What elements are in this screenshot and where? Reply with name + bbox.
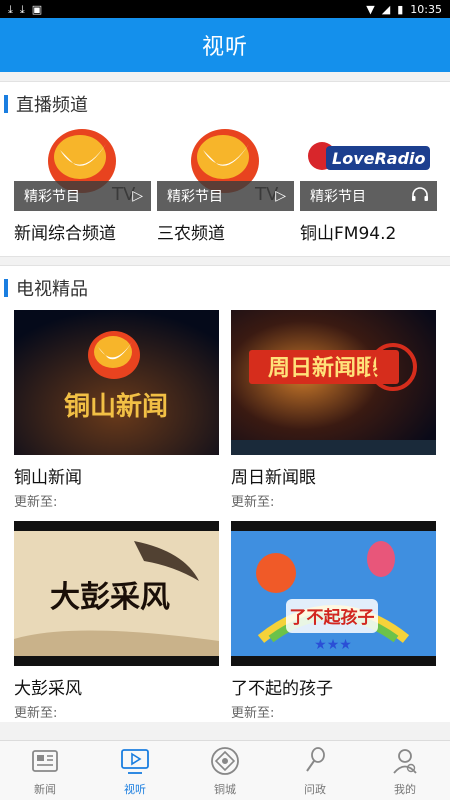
thumbnail-caption: 大彭采风 (50, 580, 170, 615)
nav-label: 我的 (394, 783, 416, 796)
nav-label: 视听 (124, 783, 146, 796)
overlay-label: 精彩节目 (167, 189, 223, 205)
thumbnail-caption: 铜山新闻 (64, 391, 168, 422)
program-overlay: 精彩节目 (300, 181, 437, 211)
nav-item-politics[interactable]: 问政 (270, 741, 360, 800)
program-grid: 铜山新闻 铜山新闻 更新至: 周日新闻眼 周日新闻眼 更新至: 大彭采风 大彭采… (0, 310, 450, 722)
program-name: 了不起的孩子 (231, 679, 333, 699)
program-thumbnail: 铜山新闻 (14, 310, 219, 455)
program-overlay: 精彩节目 ▷ (14, 181, 151, 211)
nav-item-profile[interactable]: 我的 (360, 741, 450, 800)
program-name: 铜山新闻 (14, 468, 82, 488)
svg-text:LoveRadio: LoveRadio (332, 149, 426, 168)
tv-section: 电视精品 铜山新闻 铜山新闻 更新至: 周日新闻眼 周日新闻眼 更新至: 大彭采… (0, 266, 450, 722)
microphone-icon (306, 747, 325, 772)
section-header: 直播频道 (0, 82, 450, 126)
section-title: 电视精品 (16, 279, 88, 300)
battery-icon: ▮ (397, 2, 404, 16)
section-title: 直播频道 (16, 95, 88, 116)
nav-item-news[interactable]: 新闻 (0, 741, 90, 800)
program-update: 更新至: (231, 706, 275, 721)
play-icon[interactable]: ▷ (275, 188, 286, 204)
thumbnail-caption: 了不起孩子 (290, 607, 375, 628)
live-channel-card[interactable]: TV 精彩节目 ▷ 新闻综合频道 (14, 126, 151, 256)
channel-name: 三农频道 (157, 224, 225, 244)
main-content: 直播频道 TV 精彩节目 ▷ (0, 72, 450, 740)
wifi-icon: ▼ (366, 2, 375, 16)
program-name: 周日新闻眼 (231, 468, 316, 488)
divider (0, 72, 450, 82)
download-icon: ⤓ (19, 2, 25, 16)
svg-text:★★★: ★★★ (314, 637, 352, 653)
program-overlay: 精彩节目 ▷ (157, 181, 294, 211)
user-icon (393, 749, 417, 774)
bottom-nav: 新闻 视听 铜城 问政 我的 (0, 740, 450, 800)
thumbnail-caption: 周日新闻眼 (268, 355, 378, 381)
city-icon (211, 747, 239, 775)
status-bar: ⤓ ⤓ ▣ ▼ ◢ ▮ 10:35 (0, 0, 450, 18)
section-marker (4, 95, 8, 113)
section-marker (4, 279, 8, 297)
title-bar: 视听 (0, 18, 450, 72)
status-time: 10:35 (410, 2, 442, 16)
channel-logo: TV 精彩节目 ▷ (14, 126, 151, 211)
nav-item-media[interactable]: 视听 (90, 741, 180, 800)
program-update: 更新至: (231, 495, 275, 510)
program-name: 大彭采风 (14, 679, 82, 699)
nav-label: 新闻 (34, 783, 56, 796)
signal-icon: ◢ (381, 2, 391, 16)
live-channel-card[interactable]: TV 精彩节目 ▷ 三农频道 (157, 126, 294, 256)
app-root: ⤓ ⤓ ▣ ▼ ◢ ▮ 10:35 视听 直播频道 精彩节目 ▷ 新闻综合频道 … (0, 0, 450, 800)
program-card[interactable]: 了不起孩子 ★★★ 了不起的孩子 更新至: (231, 521, 436, 722)
nav-item-city[interactable]: 铜城 (180, 741, 270, 800)
channel-name: 铜山FM94.2 (300, 224, 397, 244)
program-card[interactable]: 周日新闻眼 周日新闻眼 更新至: (231, 310, 436, 511)
channel-name: 新闻综合频道 (14, 224, 116, 244)
play-icon[interactable]: ▷ (132, 188, 143, 204)
section-header: 电视精品 (0, 266, 450, 310)
channel-logo: TV 精彩节目 ▷ (157, 126, 294, 211)
program-update: 更新至: (14, 495, 58, 510)
divider (0, 256, 450, 266)
overlay-label: 精彩节目 (24, 189, 80, 205)
program-thumbnail: 周日新闻眼 (231, 310, 436, 455)
notification-icon: ▣ (31, 2, 43, 16)
play-icon (121, 749, 149, 774)
program-thumbnail: 大彭采风 (14, 521, 219, 666)
live-section: 直播频道 TV 精彩节目 ▷ (0, 82, 450, 256)
program-card[interactable]: 大彭采风 大彭采风 更新至: (14, 521, 219, 722)
overlay-label: 精彩节目 (310, 189, 366, 205)
nav-label: 铜城 (214, 783, 236, 796)
channel-logo: LoveRadio 精彩节目 (300, 126, 437, 211)
download-icon: ⤓ (8, 2, 13, 16)
page-title: 视听 (201, 35, 248, 60)
program-thumbnail: 了不起孩子 ★★★ (231, 521, 436, 666)
program-card[interactable]: 铜山新闻 铜山新闻 更新至: (14, 310, 219, 511)
live-channel-list: TV 精彩节目 ▷ 新闻综合频道 (0, 126, 450, 256)
newspaper-icon (32, 750, 58, 772)
program-update: 更新至: (14, 706, 58, 721)
nav-label: 问政 (304, 783, 326, 796)
headphones-icon[interactable] (411, 186, 429, 206)
live-channel-card[interactable]: LoveRadio 精彩节目 铜山FM94.2 (300, 126, 437, 256)
